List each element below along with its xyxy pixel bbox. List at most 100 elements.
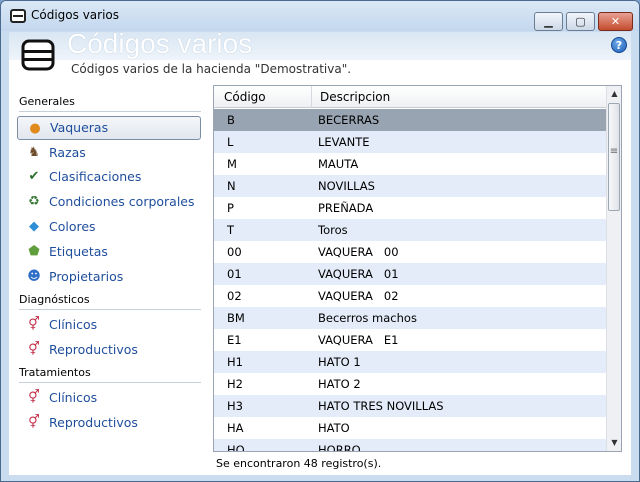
content-area: Generales ● Vaqueras ♞ Razas ✔ Clasifica… bbox=[9, 82, 631, 475]
sidebar-item-label: Clasificaciones bbox=[49, 169, 142, 184]
sidebar-item-label: Razas bbox=[49, 145, 86, 160]
cell-codigo: 00 bbox=[227, 245, 242, 259]
table-row[interactable]: H2 HATO 2 bbox=[214, 373, 606, 395]
cell-codigo: HA bbox=[227, 421, 244, 435]
maximize-button[interactable]: ▢ bbox=[566, 12, 595, 31]
location-pin-icon: ● bbox=[29, 121, 41, 136]
cell-descripcion: VAQUERA 02 bbox=[318, 289, 399, 303]
table-row[interactable]: HO HORRO bbox=[214, 439, 606, 452]
scroll-thumb[interactable] bbox=[608, 103, 620, 211]
cell-descripcion: VAQUERA 01 bbox=[318, 267, 399, 281]
cell-codigo: H2 bbox=[227, 377, 243, 391]
sidebar-item-label: Reproductivos bbox=[49, 415, 138, 430]
cell-codigo: H1 bbox=[227, 355, 243, 369]
sidebar-item-tratamientos-reproductivos[interactable]: ⚥ Reproductivos bbox=[17, 411, 201, 435]
cell-descripcion: HATO 2 bbox=[318, 377, 361, 391]
table-row[interactable]: E1 VAQUERA E1 bbox=[214, 329, 606, 351]
column-header-codigo[interactable]: Código bbox=[224, 86, 312, 108]
cell-descripcion: Toros bbox=[318, 223, 348, 237]
sidebar-item-clasificaciones[interactable]: ✔ Clasificaciones bbox=[17, 165, 201, 189]
sidebar-item-label: Clínicos bbox=[49, 390, 98, 405]
gender-icon: ⚥ bbox=[28, 390, 40, 405]
cell-descripcion: PREÑADA bbox=[318, 201, 374, 215]
cell-descripcion: VAQUERA E1 bbox=[318, 333, 399, 347]
recycle-icon: ♻ bbox=[28, 194, 40, 209]
title-bar[interactable]: Códigos varios ▁ ▢ ✕ bbox=[1, 1, 639, 31]
cattle-icon: ♞ bbox=[28, 145, 40, 160]
sidebar-item-label: Vaqueras bbox=[50, 120, 109, 135]
cell-descripcion: HATO TRES NOVILLAS bbox=[318, 399, 444, 413]
table-row[interactable]: HA HATO bbox=[214, 417, 606, 439]
table-row[interactable]: 01 VAQUERA 01 bbox=[214, 263, 606, 285]
sidebar-item-label: Propietarios bbox=[49, 269, 124, 284]
cell-codigo: M bbox=[227, 157, 237, 171]
sidebar-item-tratamientos-clinicos[interactable]: ⚥ Clínicos bbox=[17, 386, 201, 410]
cell-descripcion: MAUTA bbox=[318, 157, 359, 171]
sidebar-item-colores[interactable]: ◆ Colores bbox=[17, 215, 201, 239]
main-window: Códigos varios ▁ ▢ ✕ Códigos varios Códi… bbox=[0, 0, 640, 482]
table-row[interactable]: BM Becerros machos bbox=[214, 307, 606, 329]
cell-codigo: HO bbox=[227, 443, 245, 452]
table-row[interactable]: M MAUTA bbox=[214, 153, 606, 175]
cell-descripcion: BECERRAS bbox=[318, 113, 380, 127]
page-subtitle: Códigos varios de la hacienda "Demostrat… bbox=[71, 62, 352, 76]
section-tratamientos: Tratamientos bbox=[19, 366, 201, 383]
gender-icon: ⚥ bbox=[28, 415, 40, 430]
vertical-scrollbar[interactable]: ▲ ▼ bbox=[606, 86, 621, 451]
table-header: Código Descripcion bbox=[214, 86, 606, 108]
sidebar-item-condiciones-corporales[interactable]: ♻ Condiciones corporales bbox=[17, 190, 201, 214]
table-row[interactable]: 02 VAQUERA 02 bbox=[214, 285, 606, 307]
cell-codigo: H3 bbox=[227, 399, 243, 413]
cell-descripcion: VAQUERA 00 bbox=[318, 245, 399, 259]
sidebar-item-label: Colores bbox=[49, 219, 96, 234]
table-row[interactable]: N NOVILLAS bbox=[214, 175, 606, 197]
page-header: Códigos varios Códigos varios de la haci… bbox=[9, 28, 631, 82]
sidebar-item-diagnosticos-reproductivos[interactable]: ⚥ Reproductivos bbox=[17, 338, 201, 362]
cell-descripcion: HATO bbox=[318, 421, 350, 435]
status-text: Se encontraron 48 registro(s). bbox=[216, 457, 382, 470]
sidebar-item-label: Clínicos bbox=[49, 317, 98, 332]
gender-icon: ⚥ bbox=[28, 317, 40, 332]
cell-codigo: N bbox=[227, 179, 236, 193]
column-header-descripcion[interactable]: Descripcion bbox=[320, 86, 390, 108]
app-icon bbox=[10, 9, 26, 23]
sidebar-item-vaqueras[interactable]: ● Vaqueras bbox=[17, 116, 201, 140]
minimize-button[interactable]: ▁ bbox=[534, 12, 563, 31]
table-row[interactable]: P PREÑADA bbox=[214, 197, 606, 219]
table-row[interactable]: H1 HATO 1 bbox=[214, 351, 606, 373]
table-row[interactable]: B BECERRAS bbox=[214, 109, 606, 131]
cell-codigo: L bbox=[227, 135, 234, 149]
sidebar-item-diagnosticos-clinicos[interactable]: ⚥ Clínicos bbox=[17, 313, 201, 337]
cell-codigo: BM bbox=[227, 311, 245, 325]
sidebar-item-etiquetas[interactable]: ⬟ Etiquetas bbox=[17, 240, 201, 264]
cell-codigo: P bbox=[227, 201, 234, 215]
codes-table[interactable]: Código Descripcion B BECERRAS L LEVANTE M MAU… bbox=[213, 85, 622, 452]
section-diagnosticos: Diagnósticos bbox=[19, 293, 201, 310]
section-generales: Generales bbox=[19, 95, 201, 112]
table-row[interactable]: L LEVANTE bbox=[214, 131, 606, 153]
cell-descripcion: LEVANTE bbox=[318, 135, 370, 149]
sidebar-item-razas[interactable]: ♞ Razas bbox=[17, 141, 201, 165]
table-row[interactable]: T Toros bbox=[214, 219, 606, 241]
table-row[interactable]: 00 VAQUERA 00 bbox=[214, 241, 606, 263]
cell-descripcion: HORRO bbox=[318, 443, 361, 452]
cell-codigo: 02 bbox=[227, 289, 242, 303]
close-button[interactable]: ✕ bbox=[598, 12, 633, 31]
codes-logo-icon bbox=[21, 39, 55, 71]
window-title: Códigos varios bbox=[31, 8, 120, 22]
sidebar-item-label: Etiquetas bbox=[49, 244, 108, 259]
cell-codigo: B bbox=[227, 113, 235, 127]
scroll-up-icon[interactable]: ▲ bbox=[607, 86, 621, 102]
sidebar-item-label: Reproductivos bbox=[49, 342, 138, 357]
gender-icon: ⚥ bbox=[28, 342, 40, 357]
table-row[interactable]: H3 HATO TRES NOVILLAS bbox=[214, 395, 606, 417]
cell-descripcion: HATO 1 bbox=[318, 355, 361, 369]
cell-descripcion: NOVILLAS bbox=[318, 179, 375, 193]
cell-codigo: T bbox=[227, 223, 235, 237]
sidebar-item-label: Condiciones corporales bbox=[49, 194, 195, 209]
page-title: Códigos varios bbox=[67, 28, 253, 59]
sidebar-item-propietarios[interactable]: ☻ Propietarios bbox=[17, 265, 201, 289]
checklist-icon: ✔ bbox=[28, 169, 40, 184]
scroll-down-icon[interactable]: ▼ bbox=[607, 435, 621, 451]
help-icon[interactable]: ? bbox=[611, 37, 627, 53]
